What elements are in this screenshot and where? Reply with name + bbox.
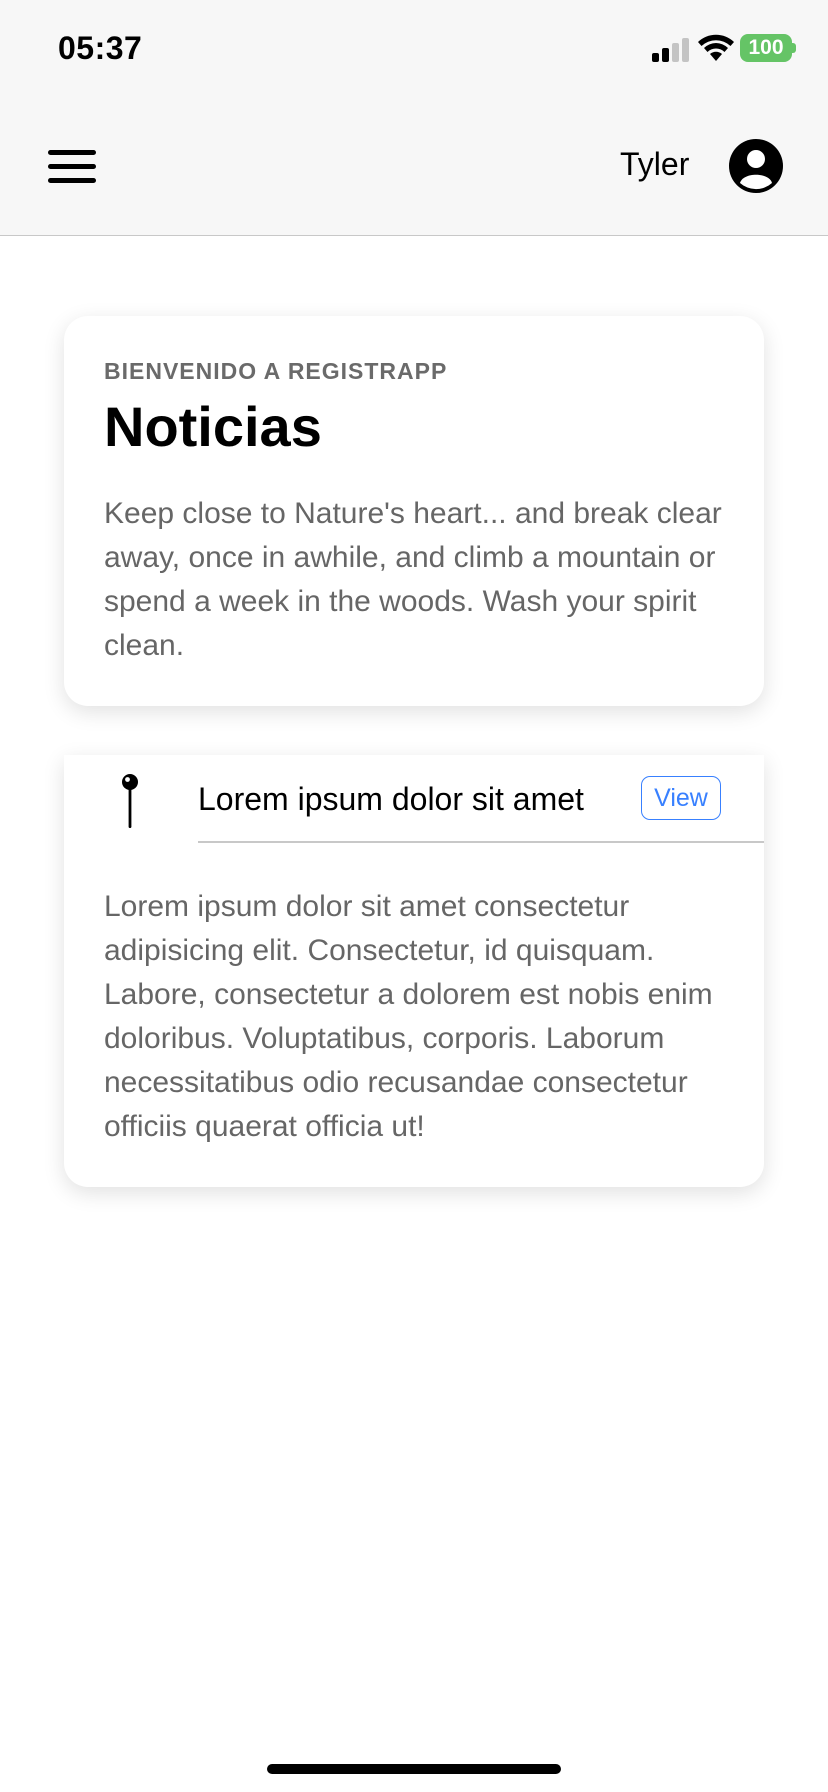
pin-icon [122, 774, 138, 828]
hamburger-menu-icon[interactable] [40, 140, 104, 192]
item-divider [198, 841, 764, 843]
page-title: Noticias [104, 395, 322, 458]
news-card-body: Lorem ipsum dolor sit amet consectetur a… [104, 890, 713, 1143]
news-item-title[interactable]: Lorem ipsum dolor sit amet [198, 781, 598, 818]
wifi-icon [698, 34, 734, 61]
news-card: Lorem ipsum dolor sit amet View Lorem ip… [64, 755, 764, 1187]
battery-nub [792, 43, 796, 53]
battery-indicator: 100 [740, 34, 792, 62]
user-name: Tyler [620, 146, 690, 182]
card-subtitle: BIENVENIDO A REGISTRAPP [104, 358, 448, 384]
welcome-card-body: Keep close to Nature's heart... and brea… [104, 497, 722, 662]
app-toolbar: Tyler [0, 100, 828, 236]
home-indicator [267, 1764, 561, 1774]
welcome-card: BIENVENIDO A REGISTRAPP Noticias Keep cl… [64, 316, 764, 706]
status-bar: 05:37 100 [0, 0, 828, 100]
status-time: 05:37 [58, 30, 143, 66]
cellular-signal-icon [652, 38, 689, 62]
user-circle-icon[interactable] [728, 138, 784, 194]
view-button[interactable]: View [641, 776, 721, 820]
battery-level: 100 [748, 36, 784, 59]
